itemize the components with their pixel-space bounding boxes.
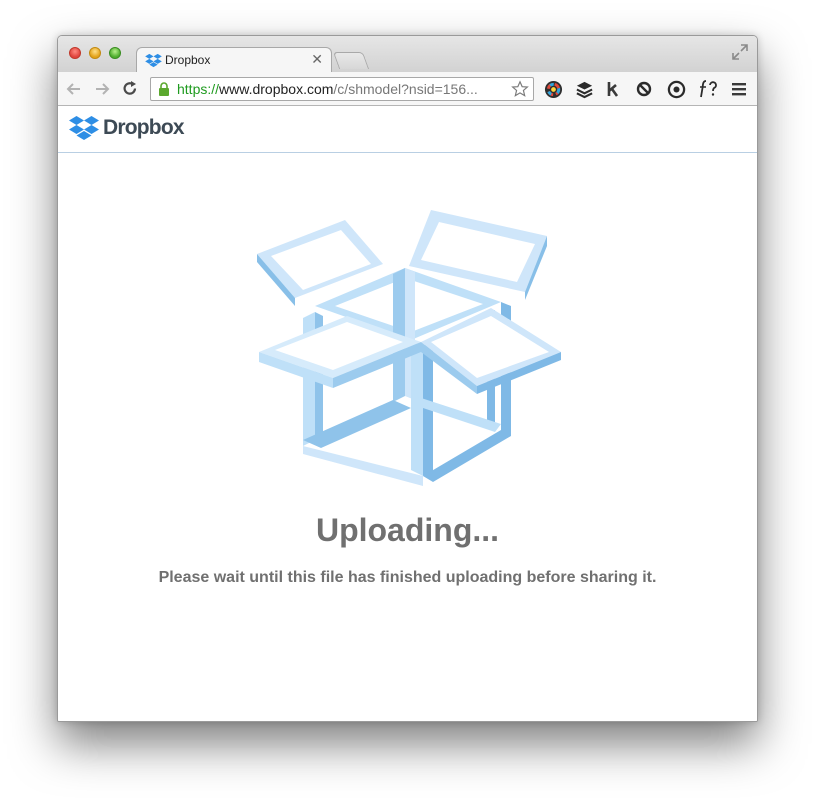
extension-color-picker[interactable] — [543, 79, 563, 99]
star-icon[interactable] — [511, 80, 529, 98]
tab-close-icon[interactable]: ✕ — [311, 51, 323, 68]
zoom-window-button[interactable] — [109, 47, 121, 59]
url-scheme: https — [177, 81, 208, 97]
font-icon — [700, 80, 717, 98]
upload-status-message: Please wait until this file has finished… — [158, 569, 657, 586]
extension-font[interactable] — [697, 79, 721, 99]
extension-buffer[interactable] — [574, 79, 594, 99]
back-button[interactable] — [65, 80, 83, 98]
k-icon — [607, 82, 619, 97]
sync-icon — [636, 81, 652, 97]
upload-status-title: Uploading... — [315, 512, 500, 548]
forward-button[interactable] — [93, 80, 111, 98]
extension-sync[interactable] — [634, 79, 654, 99]
url-separator: :// — [207, 81, 220, 97]
address-bar[interactable]: https://www.dropbox.com/c/shmodel?nsid=1… — [150, 77, 534, 101]
browser-window: Dropbox ✕ https://www.dropbox.com/c/shmo… — [57, 35, 758, 722]
lock-icon — [159, 82, 169, 96]
url-path: /c/shmodel?nsid=156... — [333, 81, 478, 97]
forward-arrow-icon — [96, 83, 110, 95]
color-picker-icon — [544, 80, 562, 98]
gear-icon — [667, 80, 685, 98]
buffer-icon — [575, 81, 593, 98]
url-host: www.dropbox.com — [219, 81, 334, 97]
dropbox-logo-text[interactable]: Dropbox — [103, 116, 185, 140]
reload-button[interactable] — [121, 80, 139, 98]
tab-title: Dropbox — [165, 53, 211, 67]
dropbox-icon — [145, 53, 162, 68]
minimize-window-button[interactable] — [89, 47, 101, 59]
reload-icon — [123, 81, 137, 95]
tab-strip: Dropbox ✕ — [58, 36, 757, 73]
fullscreen-icon[interactable] — [732, 44, 748, 60]
new-tab-button[interactable] — [332, 52, 370, 69]
address-url: https://www.dropbox.com/c/shmodel?nsid=1… — [177, 81, 478, 97]
page-content: Dropbox Uploading... Please wait until t… — [58, 106, 757, 721]
extension-settings[interactable] — [666, 79, 686, 99]
menu-icon — [732, 83, 746, 96]
site-header: Dropbox — [58, 106, 757, 153]
extension-k[interactable] — [604, 79, 624, 99]
close-window-button[interactable] — [69, 47, 81, 59]
open-box-icon — [257, 210, 561, 486]
browser-toolbar: https://www.dropbox.com/c/shmodel?nsid=1… — [58, 72, 757, 106]
tab-dropbox[interactable]: Dropbox ✕ — [136, 47, 332, 73]
chrome-menu-button[interactable] — [729, 79, 749, 99]
dropbox-logo-icon[interactable] — [69, 114, 99, 142]
back-arrow-icon — [66, 83, 80, 95]
